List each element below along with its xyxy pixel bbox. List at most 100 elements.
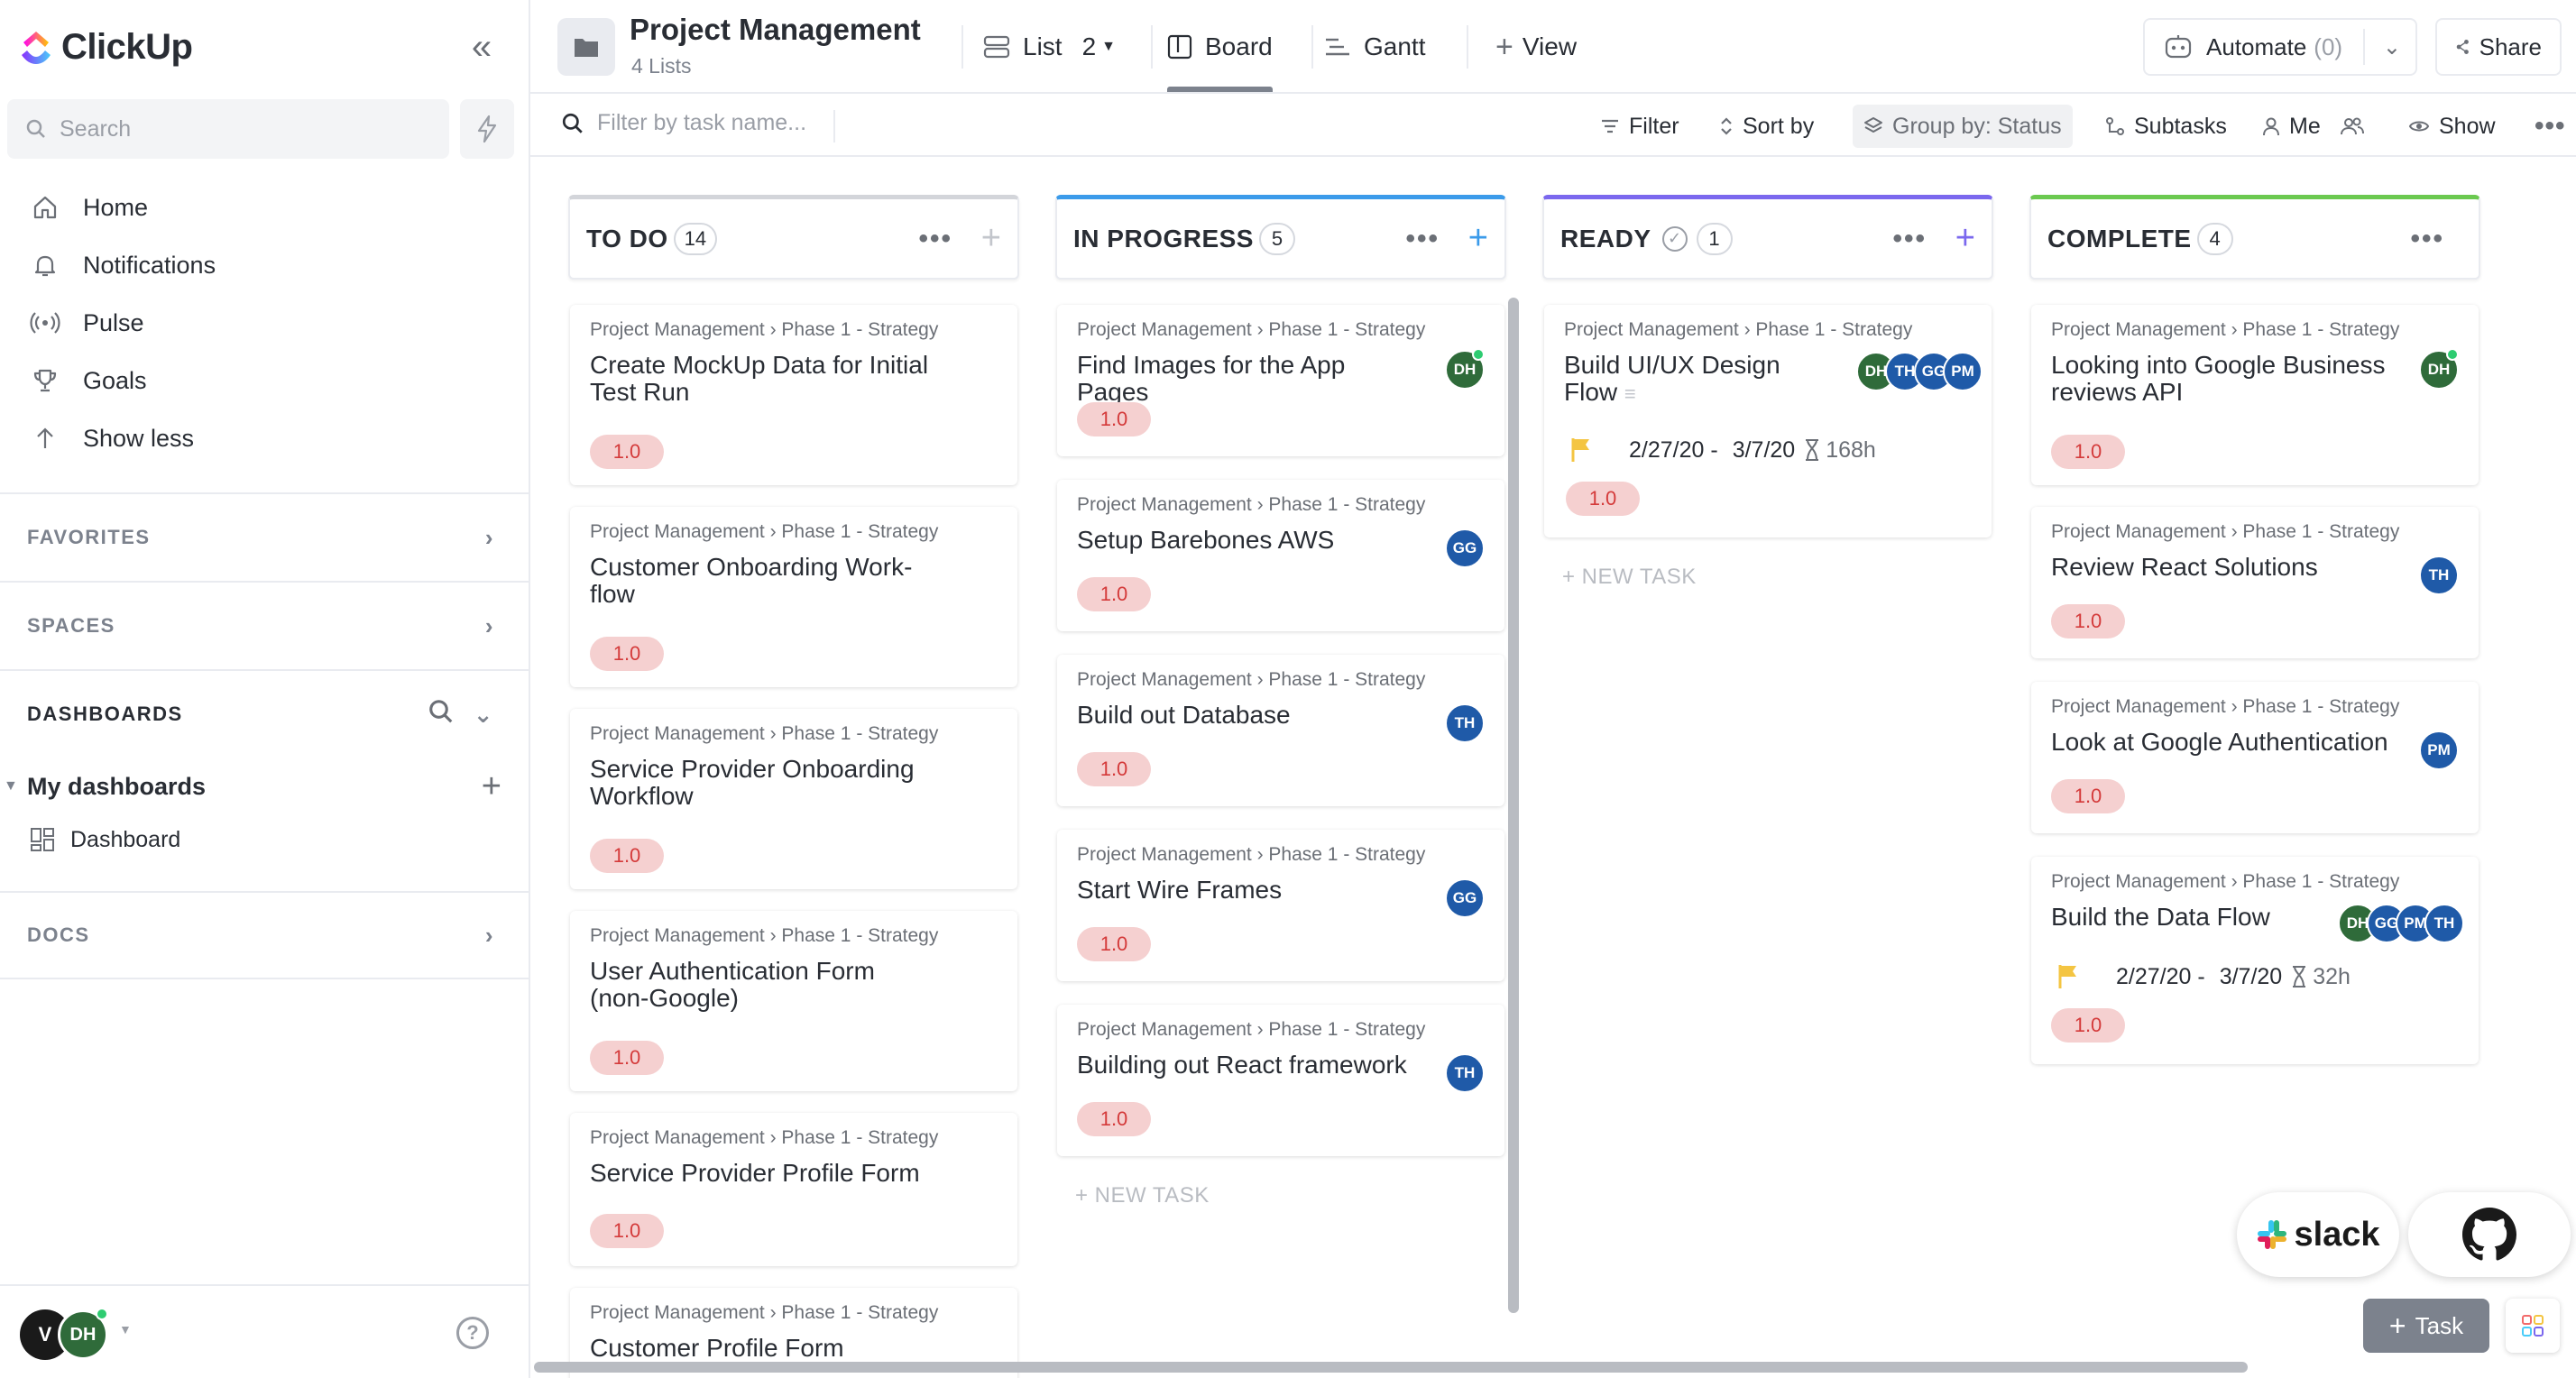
assignee-avatar[interactable]: GG (1445, 528, 1485, 568)
assignee-avatar[interactable]: PM (1943, 352, 1983, 391)
search-icon[interactable] (428, 698, 455, 730)
github-button[interactable] (2408, 1192, 2571, 1277)
task-tag[interactable]: 1.0 (1077, 927, 1151, 961)
task-tag[interactable]: 1.0 (1077, 752, 1151, 786)
add-task-icon[interactable]: + (1955, 219, 1975, 258)
task-filter-input[interactable]: Filter by task name... (561, 110, 806, 136)
sidebar-item-notifications[interactable]: Notifications (0, 236, 529, 294)
task-tag[interactable]: 1.0 (1077, 1102, 1151, 1136)
new-task-floating-button[interactable]: + Task (2363, 1299, 2489, 1353)
tab-board[interactable]: Board (1167, 27, 1273, 92)
assignee-avatar[interactable]: PM (2419, 730, 2459, 770)
task-card[interactable]: Project Management › Phase 1 - Strategy … (2031, 682, 2479, 833)
column-menu-icon[interactable]: ••• (918, 224, 952, 254)
task-card[interactable]: Project Management › Phase 1 - Strategy … (2031, 857, 2479, 1064)
task-title[interactable]: Customer Onboarding Work-flow (590, 554, 933, 608)
task-title[interactable]: Build the Data Flow (2051, 904, 2322, 931)
task-card[interactable]: Project Management › Phase 1 - Strategy … (1057, 1005, 1504, 1156)
task-title[interactable]: Look at Google Authentication (2051, 729, 2394, 756)
show-button[interactable]: Show (2408, 108, 2496, 144)
assignee-avatar[interactable]: TH (2419, 556, 2459, 595)
task-title[interactable]: Customer Profile Form (590, 1335, 933, 1362)
task-tag[interactable]: 1.0 (2051, 604, 2125, 638)
sidebar-section-favorites[interactable]: FAVORITES › (0, 492, 529, 581)
sidebar-item-home[interactable]: Home (0, 179, 529, 236)
task-title[interactable]: Review React Solutions (2051, 554, 2394, 581)
help-icon[interactable]: ? (456, 1317, 489, 1349)
sidebar-section-spaces[interactable]: SPACES › (0, 581, 529, 669)
task-dates[interactable]: 2/27/20 - 3/7/20 32h (2056, 963, 2351, 990)
task-tag[interactable]: 1.0 (2051, 779, 2125, 813)
task-title[interactable]: Start Wire Frames (1077, 877, 1420, 904)
task-title[interactable]: Setup Barebones AWS (1077, 527, 1420, 554)
priority-flag-icon[interactable] (2056, 963, 2080, 990)
column-header-ready[interactable]: READY ✓ 1 ••• + (1542, 195, 1993, 280)
column-menu-icon[interactable]: ••• (2410, 224, 2444, 254)
chevron-down-icon[interactable]: ⌄ (474, 701, 494, 729)
add-task-icon[interactable]: + (981, 219, 1001, 258)
sidebar-section-docs[interactable]: DOCS › (0, 891, 529, 979)
task-tag[interactable]: 1.0 (590, 839, 664, 873)
assignee-avatar[interactable]: GG (1445, 878, 1485, 918)
task-title[interactable]: Service Provider Profile Form (590, 1160, 933, 1187)
task-tag[interactable]: 1.0 (1077, 402, 1151, 436)
task-tag[interactable]: 1.0 (590, 637, 664, 671)
bolt-icon[interactable] (460, 99, 514, 159)
chevron-down-icon[interactable]: ⌄ (2383, 34, 2401, 60)
task-tag[interactable]: 1.0 (590, 1214, 664, 1248)
new-task-button[interactable]: + NEW TASK (1562, 565, 1697, 590)
task-card[interactable]: Project Management › Phase 1 - Strategy … (570, 709, 1017, 889)
task-card[interactable]: Project Management › Phase 1 - Strategy … (1057, 305, 1504, 456)
tab-gantt[interactable]: Gantt (1324, 27, 1425, 67)
vertical-scrollbar[interactable] (1508, 298, 1519, 1313)
sidebar-item-show-less[interactable]: Show less (0, 409, 529, 467)
task-card[interactable]: Project Management › Phase 1 - Strategy … (1057, 830, 1504, 981)
assignees-icon[interactable] (2340, 108, 2365, 144)
task-card[interactable]: Project Management › Phase 1 - Strategy … (570, 911, 1017, 1091)
sidebar-search[interactable]: Search (7, 99, 449, 159)
share-button[interactable]: Share (2435, 18, 2562, 76)
caret-down-icon[interactable]: ▼ (119, 1322, 132, 1337)
task-tag[interactable]: 1.0 (590, 435, 664, 469)
dashboard-item[interactable]: Dashboard (29, 826, 180, 853)
clickup-logo[interactable]: ClickUp (18, 27, 193, 68)
page-subtitle[interactable]: 4 Lists (631, 54, 691, 78)
task-dates[interactable]: 2/27/20 - 3/7/20 168h (1569, 436, 1876, 464)
subtasks-button[interactable]: Subtasks (2105, 108, 2227, 144)
task-title[interactable]: Build UI/UX Design Flow ≡ (1564, 352, 1835, 408)
folder-icon[interactable] (557, 18, 615, 76)
task-title[interactable]: Service Provider Onboarding Workflow (590, 756, 933, 810)
task-card[interactable]: Project Management › Phase 1 - Strategy … (1057, 480, 1504, 631)
more-options-icon[interactable]: ••• (2535, 108, 2566, 144)
column-header-todo[interactable]: TO DO 14 ••• + (568, 195, 1019, 280)
task-tag[interactable]: 1.0 (2051, 435, 2125, 469)
assignee-avatar[interactable]: TH (1445, 703, 1485, 743)
new-task-button[interactable]: + NEW TASK (1075, 1183, 1210, 1208)
task-card[interactable]: Project Management › Phase 1 - Strategy … (570, 1113, 1017, 1266)
task-card[interactable]: Project Management › Phase 1 - Strategy … (570, 507, 1017, 687)
column-header-complete[interactable]: COMPLETE 4 ••• (2029, 195, 2480, 280)
automate-button[interactable]: Automate (0) ⌄ (2143, 18, 2417, 76)
task-card[interactable]: Project Management › Phase 1 - Strategy … (2031, 507, 2479, 658)
task-title[interactable]: Build out Database (1077, 702, 1420, 729)
column-header-in-progress[interactable]: IN PROGRESS 5 ••• + (1055, 195, 1506, 280)
task-card[interactable]: Project Management › Phase 1 - Strategy … (570, 305, 1017, 485)
sidebar-item-pulse[interactable]: Pulse (0, 294, 529, 352)
filter-button[interactable]: Filter (1600, 108, 1679, 144)
task-title[interactable]: Looking into Google Business reviews API (2051, 352, 2394, 406)
task-tag[interactable]: 1.0 (2051, 1008, 2125, 1043)
my-dashboards[interactable]: ▼ My dashboards + (0, 759, 529, 813)
horizontal-scrollbar[interactable] (534, 1362, 2248, 1373)
assignee-avatar[interactable]: TH (1445, 1053, 1485, 1093)
add-dashboard-icon[interactable]: + (482, 767, 501, 806)
task-title[interactable]: Create MockUp Data for Initial Test Run (590, 352, 933, 406)
add-view-button[interactable]: + View (1495, 27, 1577, 67)
task-tag[interactable]: 1.0 (1077, 577, 1151, 611)
group-by-button[interactable]: Group by: Status (1853, 105, 2073, 148)
task-card[interactable]: Project Management › Phase 1 - Strategy … (2031, 305, 2479, 485)
task-title[interactable]: Building out React framework (1077, 1052, 1420, 1079)
sidebar-item-goals[interactable]: Goals (0, 352, 529, 409)
slack-button[interactable]: slack (2237, 1192, 2399, 1277)
task-card[interactable]: Project Management › Phase 1 - Strategy … (1057, 655, 1504, 806)
sort-button[interactable]: Sort by (1719, 108, 1814, 144)
